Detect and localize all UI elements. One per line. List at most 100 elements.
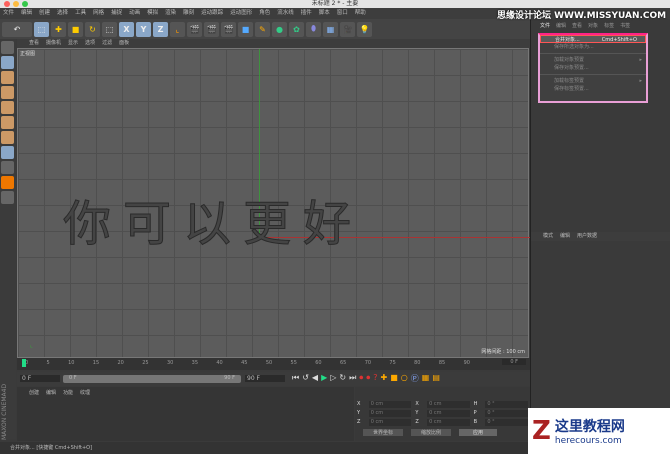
end-frame-field[interactable]: 90 F [245,375,285,382]
menu-tools[interactable]: 工具 [75,8,86,19]
key-pla-icon[interactable]: ▦ [422,373,430,384]
playhead[interactable] [22,359,26,367]
menu-item-save-object-preset[interactable]: 保存对象预置... [540,64,646,72]
subdivision-icon[interactable]: ● [272,21,287,37]
viewport-menu-cameras[interactable]: 摄像机 [46,39,61,48]
apply-button[interactable]: 应用 [459,429,498,436]
om-tab-objects[interactable]: 对象 [588,22,598,29]
menu-item-load-object-preset[interactable]: 加载对象预置 ▸ [540,56,646,64]
pen-icon[interactable]: ✎ [255,21,270,37]
current-frame-field[interactable]: 0 F [502,359,526,365]
render-picture-viewer-icon[interactable]: 🎬 [204,21,219,37]
key-position-icon[interactable]: ✚ [381,373,388,384]
make-editable-icon[interactable] [1,41,14,54]
axis-mode-icon[interactable] [1,131,14,144]
menu-mesh[interactable]: 网格 [93,8,104,19]
om-tab-view[interactable]: 查看 [572,22,582,29]
close-button[interactable] [4,1,10,7]
x-axis-toggle[interactable]: X [119,21,134,37]
move-icon[interactable]: ✚ [51,21,66,37]
key-scale-icon[interactable]: ■ [390,373,398,384]
camera-icon[interactable]: 🎥 [340,21,355,37]
frame-range-slider[interactable]: 0 F 90 F [63,375,241,383]
menu-select[interactable]: 选择 [57,8,68,19]
mat-menu-function[interactable]: 功能 [63,389,73,396]
position-field[interactable]: 0 cm [368,410,412,417]
deformer-icon[interactable]: ⬮ [306,21,321,37]
y-axis-toggle[interactable]: Y [136,21,151,37]
minimize-button[interactable] [13,1,19,7]
menu-help[interactable]: 帮助 [355,8,366,19]
previous-key-icon[interactable]: ↺ [302,373,309,384]
rotation-field[interactable]: 0 ° [485,410,528,417]
menu-motion-tracker[interactable]: 运动跟踪 [201,8,223,19]
timeline-ruler[interactable]: 0 5 10 15 20 25 30 35 40 45 50 55 60 65 70 75 80 85 90 0 F [17,358,530,370]
viewport-menu-filter[interactable]: 过滤 [102,39,112,48]
mat-menu-texture[interactable]: 纹理 [80,389,90,396]
key-rotation-icon[interactable]: ○ [401,373,408,384]
next-frame-icon[interactable]: ▷ [330,373,336,384]
position-field[interactable]: 0 cm [368,419,412,426]
render-settings-icon[interactable]: 🎬 [221,21,236,37]
edges-mode-icon[interactable] [1,101,14,114]
light-icon[interactable]: 💡 [357,21,372,37]
viewport[interactable]: 正视图 你可以更好 网格间距 : 100 cm ⌞ [17,48,530,358]
previous-frame-icon[interactable]: ◀ [312,373,318,384]
menu-file[interactable]: 文件 [3,8,14,19]
go-to-start-icon[interactable]: ⏮ [292,373,299,384]
menu-pipeline[interactable]: 流水线 [277,8,294,19]
array-icon[interactable]: ✿ [289,21,304,37]
size-field[interactable]: 0 cm [427,419,470,426]
attr-tab-edit[interactable]: 编辑 [560,232,570,241]
attr-tab-user-data[interactable]: 用户数据 [577,232,597,241]
size-field[interactable]: 0 cm [427,401,470,408]
keyframe-selection-icon[interactable]: ? [373,373,377,384]
menu-edit[interactable]: 编辑 [21,8,32,19]
undo-icon[interactable]: ↶ [2,21,32,37]
attr-tab-mode[interactable]: 模式 [543,232,553,241]
timeline-window-icon[interactable]: ▤ [432,373,440,384]
menu-simulate[interactable]: 模拟 [147,8,158,19]
menu-window[interactable]: 窗口 [337,8,348,19]
menu-sculpt[interactable]: 雕刻 [183,8,194,19]
snap-icon[interactable] [1,146,14,159]
om-tab-file[interactable]: 文件 [540,22,550,29]
z-axis-toggle[interactable]: Z [153,21,168,37]
menu-animate[interactable]: 动画 [129,8,140,19]
floor-icon[interactable]: ▦ [323,21,338,37]
menu-character[interactable]: 角色 [259,8,270,19]
recent-tool-icon[interactable]: ⬚ [102,21,117,37]
mat-menu-create[interactable]: 创建 [29,389,39,396]
points-mode-icon[interactable] [1,86,14,99]
size-field[interactable]: 0 cm [427,410,470,417]
mat-menu-edit[interactable]: 编辑 [46,389,56,396]
coordinate-system-icon[interactable]: ⌞ [170,21,185,37]
next-key-icon[interactable]: ↻ [339,373,346,384]
start-frame-field[interactable]: 0 F [20,375,60,382]
lock-workplane-icon[interactable] [1,191,14,204]
om-tab-bookmarks[interactable]: 书签 [620,22,630,29]
key-parameter-icon[interactable]: Ⓟ [411,373,419,384]
go-to-end-icon[interactable]: ⏭ [349,373,356,384]
coordinate-mode-select[interactable]: 世界坐标 [363,429,404,436]
menu-plugins[interactable]: 插件 [301,8,312,19]
rotation-field[interactable]: 0 ° [485,401,528,408]
viewport-menu-options[interactable]: 选项 [85,39,95,48]
menu-render[interactable]: 渲染 [165,8,176,19]
menu-item-save-selected-objects[interactable]: 保存所选对象为... [540,43,646,51]
magnet-icon[interactable] [1,176,14,189]
menu-item-save-tag-preset[interactable]: 保存标签预置... [540,85,646,93]
record-icon[interactable]: ⏺ [359,373,363,384]
viewport-menu-view[interactable]: 查看 [29,39,39,48]
render-view-icon[interactable]: 🎬 [187,21,202,37]
om-tab-tags[interactable]: 标签 [604,22,614,29]
autokey-icon[interactable]: ⏺ [366,373,370,384]
rotate-icon[interactable]: ↻ [85,21,100,37]
menu-create[interactable]: 创建 [39,8,50,19]
menu-mograph[interactable]: 运动图形 [230,8,252,19]
play-icon[interactable]: ▶ [321,373,327,384]
viewport-menu-panel[interactable]: 面板 [119,39,129,48]
spline-text[interactable]: 你可以更好 [62,184,363,254]
viewport-menu-display[interactable]: 显示 [68,39,78,48]
menu-item-merge-objects[interactable]: 合并对象... Cmd+Shift+O [540,35,646,43]
